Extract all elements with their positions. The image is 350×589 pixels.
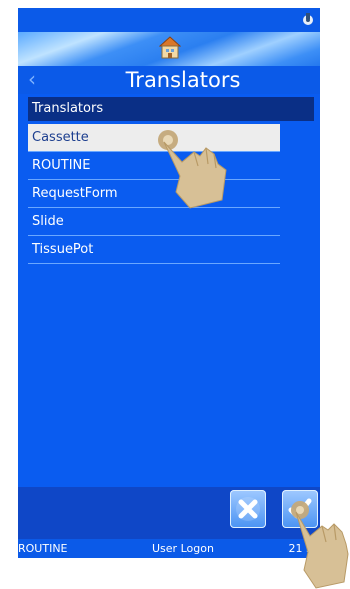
device-status-icon bbox=[303, 13, 313, 25]
page-title: Translators bbox=[125, 68, 241, 92]
pointing-hand-icon bbox=[158, 130, 227, 209]
list-header: Translators bbox=[28, 97, 314, 121]
bottom-action-panel bbox=[18, 487, 320, 539]
list-item-tissuepot[interactable]: TissuePot bbox=[28, 236, 280, 264]
home-icon[interactable] bbox=[159, 36, 181, 60]
close-icon bbox=[236, 497, 260, 521]
device-screen: ‹ Translators Translators Cassette ROUTI… bbox=[18, 8, 320, 558]
footer-mode: ROUTINE bbox=[18, 542, 68, 555]
list-item-slide[interactable]: Slide bbox=[28, 208, 280, 236]
status-bar bbox=[18, 8, 320, 32]
pointing-hand-icon bbox=[291, 501, 349, 589]
footer-user-logon[interactable]: User Logon bbox=[152, 539, 214, 558]
footer-status-bar: ROUTINE User Logon 21 39 bbox=[18, 539, 320, 558]
cancel-button[interactable] bbox=[230, 490, 266, 528]
